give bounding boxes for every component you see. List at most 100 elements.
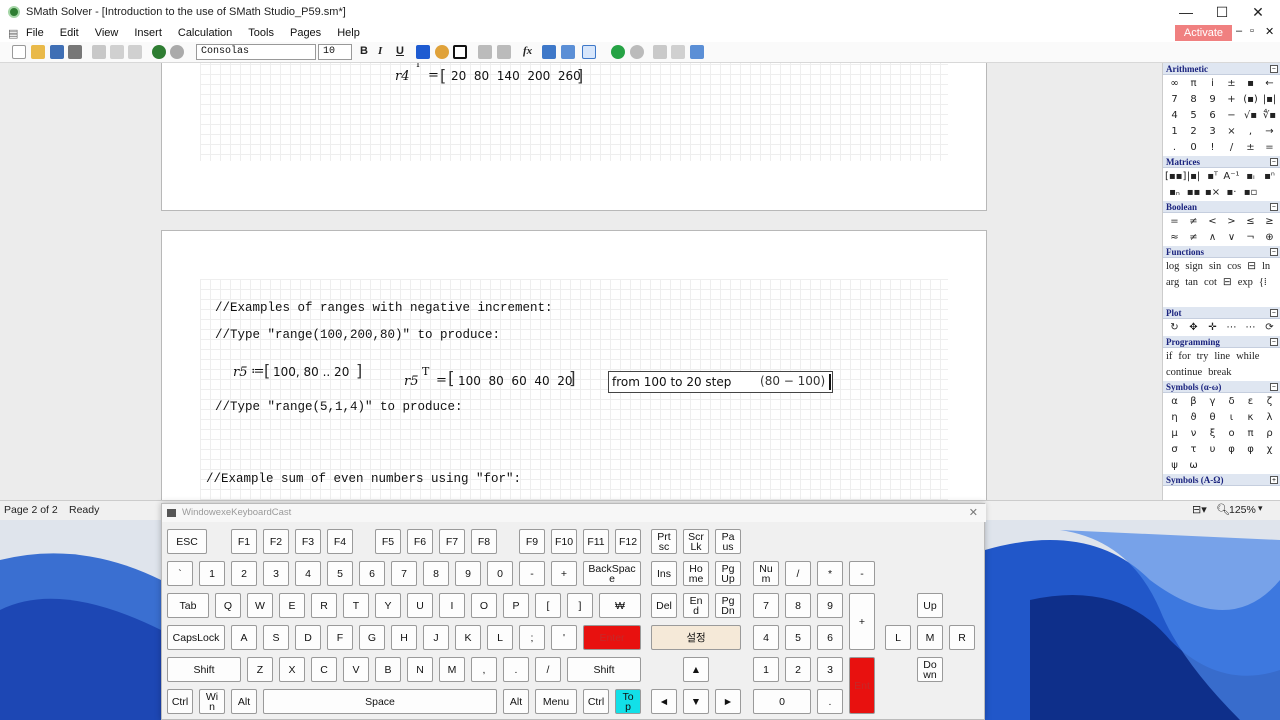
arithmetic-button[interactable]: 1 bbox=[1165, 124, 1184, 140]
view-layout-icon[interactable]: ⊟▾ bbox=[1192, 503, 1207, 516]
cut-icon[interactable] bbox=[92, 45, 106, 59]
key-tab[interactable]: Tab bbox=[167, 593, 209, 618]
arithmetic-button[interactable]: ▪ bbox=[1241, 76, 1260, 92]
symbol-button[interactable]: ω bbox=[1184, 458, 1203, 474]
symbol-button[interactable]: τ bbox=[1184, 442, 1203, 458]
arithmetic-button[interactable]: π bbox=[1184, 76, 1203, 92]
key-sym[interactable]: [ bbox=[535, 593, 561, 618]
arithmetic-button[interactable]: 4 bbox=[1165, 108, 1184, 124]
panel-plot-header[interactable]: Plot − bbox=[1163, 307, 1280, 319]
matrix-button[interactable]: ▪ᵢ bbox=[1241, 169, 1260, 185]
boolean-button[interactable]: ≥ bbox=[1260, 214, 1279, 230]
italic-button[interactable]: I bbox=[378, 45, 382, 57]
key-b[interactable]: B bbox=[375, 657, 401, 682]
boolean-button[interactable]: = bbox=[1165, 214, 1184, 230]
function-button[interactable]: tan bbox=[1185, 275, 1198, 291]
key-num[interactable]: Nu m bbox=[753, 561, 779, 586]
keyboard-cast-window[interactable]: WindowexeKeyboardCast ✕ ESC F1 F2 F3 F4 F5 F6 F… bbox=[161, 503, 986, 720]
key-4[interactable]: 4 bbox=[295, 561, 321, 586]
plot-button[interactable]: ↻ bbox=[1165, 320, 1184, 336]
key-capslock[interactable]: CapsLock bbox=[167, 625, 225, 650]
comment-negative-ranges[interactable]: //Examples of ranges with negative incre… bbox=[215, 301, 553, 315]
symbol-button[interactable]: ψ bbox=[1165, 458, 1184, 474]
r4-result[interactable]: 20 80 140 200 260 bbox=[451, 69, 581, 83]
key-0[interactable]: 0 bbox=[487, 561, 513, 586]
key-9[interactable]: 9 bbox=[817, 593, 843, 618]
key-p[interactable]: P bbox=[503, 593, 529, 618]
function-button[interactable]: ln bbox=[1262, 259, 1270, 275]
menu-edit[interactable]: Edit bbox=[52, 27, 87, 39]
redo-icon[interactable] bbox=[170, 45, 184, 59]
key-ins[interactable]: Ins bbox=[651, 561, 677, 586]
symbol-button[interactable]: ξ bbox=[1203, 426, 1222, 442]
open-file-icon[interactable] bbox=[31, 45, 45, 59]
arithmetic-button[interactable]: i bbox=[1203, 76, 1222, 92]
arithmetic-button[interactable]: = bbox=[1260, 140, 1279, 156]
panel-arithmetic-header[interactable]: Arithmetic − bbox=[1163, 63, 1280, 75]
menu-calculation[interactable]: Calculation bbox=[170, 27, 240, 39]
key-alt[interactable]: Alt bbox=[503, 689, 529, 714]
key-m[interactable]: M bbox=[439, 657, 465, 682]
key-3[interactable]: 3 bbox=[263, 561, 289, 586]
key-sym[interactable]: / bbox=[535, 657, 561, 682]
function-button[interactable]: sign bbox=[1185, 259, 1203, 275]
key-2[interactable]: 2 bbox=[785, 657, 811, 682]
r4-variable[interactable]: r4 bbox=[395, 69, 410, 84]
key-9[interactable]: 9 bbox=[455, 561, 481, 586]
symbol-button[interactable]: γ bbox=[1203, 394, 1222, 410]
key-s[interactable]: S bbox=[263, 625, 289, 650]
symbol-button[interactable]: σ bbox=[1165, 442, 1184, 458]
key-shift[interactable]: Shift bbox=[167, 657, 241, 682]
key-sym[interactable]: . bbox=[503, 657, 529, 682]
key-a[interactable]: A bbox=[231, 625, 257, 650]
symbol-button[interactable]: δ bbox=[1222, 394, 1241, 410]
activate-button[interactable]: Activate bbox=[1174, 25, 1232, 41]
matrix-button[interactable]: ▪ᵀ bbox=[1203, 169, 1222, 185]
collapse-icon[interactable]: − bbox=[1270, 248, 1278, 256]
keyboard-close-icon[interactable]: ✕ bbox=[969, 504, 978, 522]
key-n[interactable]: N bbox=[407, 657, 433, 682]
programming-button[interactable]: if bbox=[1166, 349, 1172, 365]
zoom-level[interactable]: 125% bbox=[1229, 504, 1256, 516]
arithmetic-button[interactable]: 5 bbox=[1184, 108, 1203, 124]
comment-sum-even-for[interactable]: //Example sum of even numbers using "for… bbox=[206, 472, 521, 486]
print-icon[interactable] bbox=[68, 45, 82, 59]
zoom-icon[interactable]: 🔍︎ bbox=[1216, 503, 1230, 516]
key-f12[interactable]: F12 bbox=[615, 529, 641, 554]
key-f2[interactable]: F2 bbox=[263, 529, 289, 554]
key-7[interactable]: 7 bbox=[753, 593, 779, 618]
arithmetic-button[interactable]: 2 bbox=[1184, 124, 1203, 140]
matrix-button[interactable]: ▪▫ bbox=[1241, 185, 1260, 201]
key-f3[interactable]: F3 bbox=[295, 529, 321, 554]
key-sym[interactable]: ▼ bbox=[683, 689, 709, 714]
matrix-button[interactable]: |▪| bbox=[1184, 169, 1203, 185]
key-f10[interactable]: F10 bbox=[551, 529, 577, 554]
key-f5[interactable]: F5 bbox=[375, 529, 401, 554]
mdi-minimize-button[interactable]: – bbox=[1236, 25, 1242, 37]
key-del[interactable]: Del bbox=[651, 593, 677, 618]
key-sym[interactable]: ₩ bbox=[599, 593, 641, 618]
programming-button[interactable]: try bbox=[1197, 349, 1209, 365]
key-l[interactable]: L bbox=[487, 625, 513, 650]
boolean-button[interactable]: ⊕ bbox=[1260, 230, 1279, 246]
symbol-button[interactable]: φ bbox=[1222, 442, 1241, 458]
key-top[interactable]: To p bbox=[615, 689, 641, 714]
key-z[interactable]: Z bbox=[247, 657, 273, 682]
comment-range-5-1-4[interactable]: //Type "range(5,1,4)" to produce: bbox=[215, 400, 463, 414]
menu-view[interactable]: View bbox=[87, 27, 127, 39]
panel-programming-header[interactable]: Programming − bbox=[1163, 336, 1280, 348]
key-r[interactable]: R bbox=[311, 593, 337, 618]
key-esc[interactable]: ESC bbox=[167, 529, 207, 554]
bold-button[interactable]: B bbox=[360, 45, 368, 57]
text-color-icon[interactable] bbox=[416, 45, 430, 59]
symbol-button[interactable]: β bbox=[1184, 394, 1203, 410]
function-button[interactable]: cot bbox=[1204, 275, 1217, 291]
boolean-button[interactable]: ∨ bbox=[1222, 230, 1241, 246]
panel-symbols-upper-header[interactable]: Symbols (Α-Ω) + bbox=[1163, 474, 1280, 486]
symbol-button[interactable]: φ bbox=[1241, 442, 1260, 458]
key-o[interactable]: O bbox=[471, 593, 497, 618]
arithmetic-button[interactable]: (▪) bbox=[1241, 92, 1260, 108]
programming-button[interactable]: line bbox=[1214, 349, 1230, 365]
key-v[interactable]: V bbox=[343, 657, 369, 682]
key-8[interactable]: 8 bbox=[785, 593, 811, 618]
